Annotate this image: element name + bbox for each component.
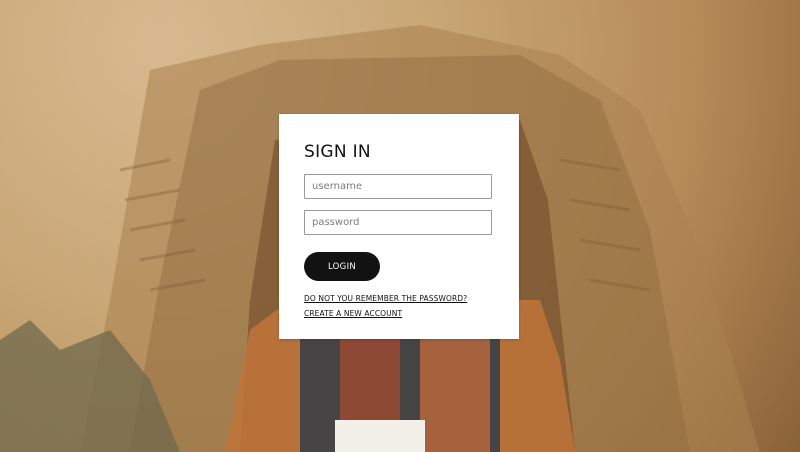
- signin-title: SIGN IN: [304, 142, 371, 162]
- forgot-password-link[interactable]: DO NOT YOU REMEMBER THE PASSWORD?: [304, 294, 467, 303]
- signin-card: SIGN IN LOGIN DO NOT YOU REMEMBER THE PA…: [279, 114, 519, 339]
- username-input[interactable]: [304, 174, 492, 199]
- password-input[interactable]: [304, 210, 492, 235]
- login-button[interactable]: LOGIN: [304, 252, 380, 281]
- create-account-link[interactable]: CREATE A NEW ACCOUNT: [304, 309, 402, 318]
